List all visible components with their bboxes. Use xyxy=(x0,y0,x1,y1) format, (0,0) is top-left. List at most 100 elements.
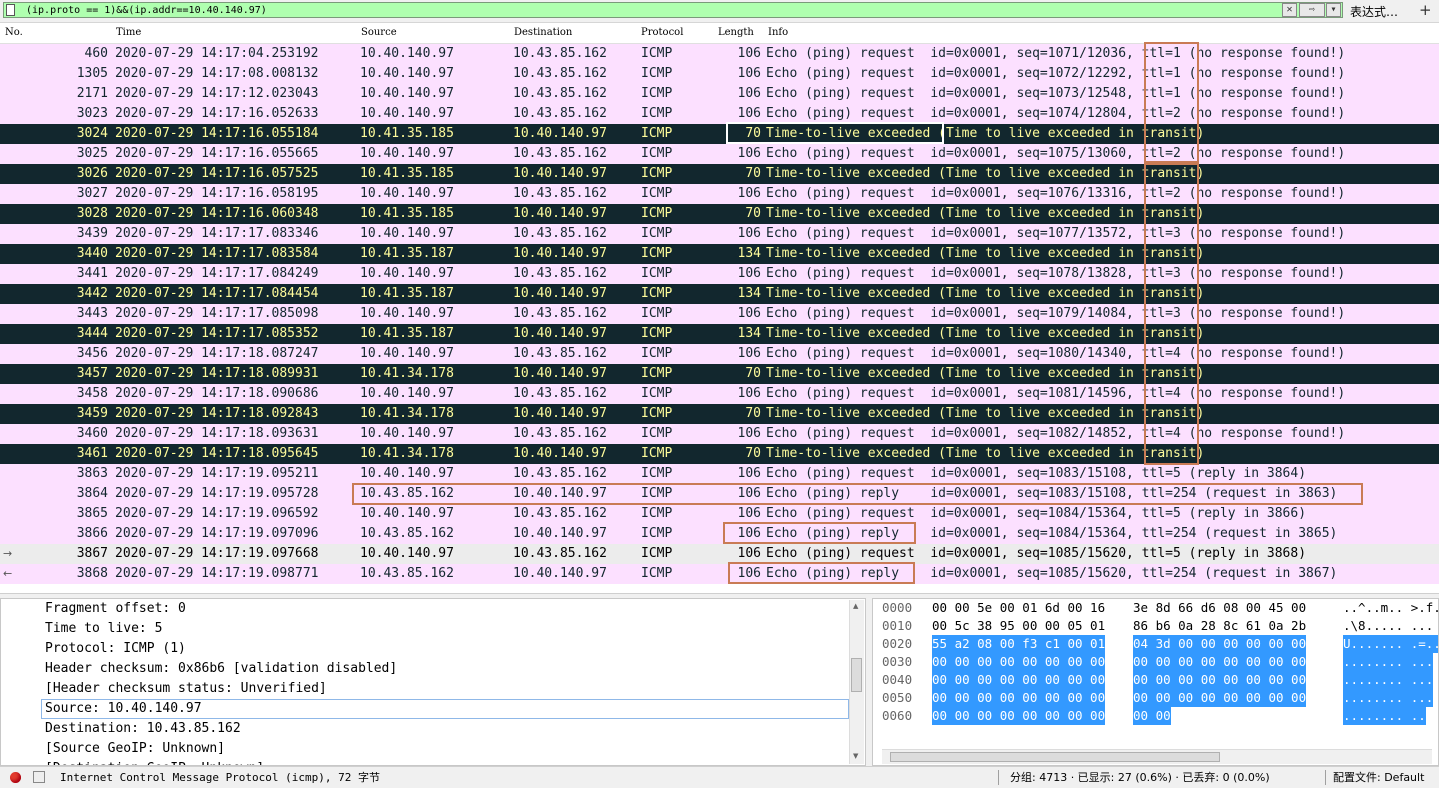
filter-bookmark-icon[interactable] xyxy=(6,4,15,16)
detail-line[interactable]: [Header checksum status: Unverified] xyxy=(45,679,327,699)
expert-info-icon[interactable] xyxy=(10,772,21,783)
packet-info: Time-to-live exceeded (Time to live exce… xyxy=(766,126,1205,141)
hex-bytes[interactable]: 00 00 00 00 00 00 00 00 xyxy=(932,689,1106,707)
packet-row[interactable]: 3440 2020-07-29 14:17:17.083584 10.41.35.1… xyxy=(0,244,1439,264)
status-packet-counts: 分组: 4713 · 已显示: 27 (0.6%) · 已丢弃: 0 (0.0%… xyxy=(1010,771,1270,784)
packet-row[interactable]: 3459 2020-07-29 14:17:18.092843 10.41.34.1… xyxy=(0,404,1439,424)
column-header-no[interactable]: No. xyxy=(5,23,23,43)
add-filter-button-icon[interactable]: + xyxy=(1419,1,1432,19)
packet-row[interactable]: 3444 2020-07-29 14:17:17.085352 10.41.35.1… xyxy=(0,324,1439,344)
packet-row[interactable]: 3460 2020-07-29 14:17:18.093631 10.40.140.… xyxy=(0,424,1439,444)
detail-line[interactable]: Destination: 10.43.85.162 xyxy=(45,719,241,739)
packet-row[interactable]: 3442 2020-07-29 14:17:17.084454 10.41.35.1… xyxy=(0,284,1439,304)
packet-time: 2020-07-29 14:17:19.097096 xyxy=(115,526,319,541)
packet-info: Echo (ping) reply id=0x0001, seq=1084/15… xyxy=(766,526,1338,541)
column-header-info[interactable]: Info xyxy=(768,23,788,43)
detail-line[interactable]: [Destination GeoIP: Unknown] xyxy=(45,759,264,765)
detail-line[interactable]: Fragment offset: 0 xyxy=(45,599,186,619)
hex-offset[interactable]: 0060 xyxy=(882,707,912,725)
packet-row[interactable]: 3458 2020-07-29 14:17:18.090686 10.40.140.… xyxy=(0,384,1439,404)
detail-line[interactable]: Header checksum: 0x86b6 [validation disa… xyxy=(45,659,397,679)
apply-filter-button[interactable]: ⇨ xyxy=(1299,3,1325,17)
detail-line[interactable]: Protocol: ICMP (1) xyxy=(45,639,186,659)
hex-bytes[interactable]: 00 00 xyxy=(1133,707,1171,725)
bytes-scrollbar-thumb[interactable] xyxy=(890,752,1220,762)
column-header-time[interactable]: Time xyxy=(116,23,141,43)
packet-row[interactable]: 3441 2020-07-29 14:17:17.084249 10.40.140.… xyxy=(0,264,1439,284)
packet-info: Time-to-live exceeded (Time to live exce… xyxy=(766,446,1205,461)
packet-row[interactable]: 3028 2020-07-29 14:17:16.060348 10.41.35.1… xyxy=(0,204,1439,224)
hex-bytes[interactable]: 04 3d 00 00 00 00 00 00 xyxy=(1133,635,1307,653)
packet-row[interactable]: 1305 2020-07-29 14:17:08.008132 10.40.140.… xyxy=(0,64,1439,84)
hex-bytes[interactable]: 00 00 00 00 00 00 00 00 xyxy=(932,653,1106,671)
packet-row[interactable]: 3865 2020-07-29 14:17:19.096592 10.40.140.… xyxy=(0,504,1439,524)
packet-row[interactable]: 3443 2020-07-29 14:17:17.085098 10.40.140.… xyxy=(0,304,1439,324)
packet-row[interactable]: 460 2020-07-29 14:17:04.253192 10.40.140.9… xyxy=(0,44,1439,64)
hex-offset[interactable]: 0030 xyxy=(882,653,912,671)
hex-bytes[interactable]: 00 5c 38 95 00 00 05 01 xyxy=(932,617,1105,635)
scroll-up-icon[interactable]: ▲ xyxy=(853,602,858,610)
packet-row[interactable]: 3456 2020-07-29 14:17:18.087247 10.40.140.… xyxy=(0,344,1439,364)
packet-row[interactable]: 3866 2020-07-29 14:17:19.097096 10.43.85.1… xyxy=(0,524,1439,544)
hex-bytes[interactable]: 00 00 00 00 00 00 00 00 xyxy=(932,671,1106,689)
packet-row[interactable]: → 3867 2020-07-29 14:17:19.097668 10.40.140… xyxy=(0,544,1439,564)
capture-comment-icon[interactable] xyxy=(33,771,45,783)
hex-offset[interactable]: 0000 xyxy=(882,599,912,617)
packet-length: 70 xyxy=(745,166,761,181)
packet-row[interactable]: 3027 2020-07-29 14:17:16.058195 10.40.140.… xyxy=(0,184,1439,204)
packet-row[interactable]: 2171 2020-07-29 14:17:12.023043 10.40.140.… xyxy=(0,84,1439,104)
packet-row[interactable]: 3024 2020-07-29 14:17:16.055184 10.41.35.1… xyxy=(0,124,1439,144)
detail-line[interactable]: [Source GeoIP: Unknown] xyxy=(45,739,225,759)
hex-bytes[interactable]: 86 b6 0a 28 8c 61 0a 2b xyxy=(1133,617,1306,635)
ascii-bytes[interactable]: ........ ... xyxy=(1343,689,1434,707)
packet-row[interactable]: 3026 2020-07-29 14:17:16.057525 10.41.35.1… xyxy=(0,164,1439,184)
packet-protocol: ICMP xyxy=(641,246,673,261)
expression-button[interactable]: 表达式… xyxy=(1350,3,1398,20)
status-separator xyxy=(1325,770,1326,785)
hex-bytes[interactable]: 00 00 00 00 00 00 00 00 xyxy=(1133,671,1307,689)
hex-offset[interactable]: 0040 xyxy=(882,671,912,689)
hex-bytes[interactable]: 00 00 00 00 00 00 00 00 xyxy=(932,707,1106,725)
packet-row[interactable]: 3023 2020-07-29 14:17:16.052633 10.40.140.… xyxy=(0,104,1439,124)
packet-row[interactable]: 3461 2020-07-29 14:17:18.095645 10.41.34.1… xyxy=(0,444,1439,464)
details-scrollbar-thumb[interactable] xyxy=(851,658,862,692)
packet-length: 70 xyxy=(745,446,761,461)
ascii-bytes[interactable]: ........ .. xyxy=(1343,707,1426,725)
hex-bytes[interactable]: 3e 8d 66 d6 08 00 45 00 xyxy=(1133,599,1306,617)
column-header-destination[interactable]: Destination xyxy=(514,23,572,43)
packet-destination: 10.40.140.97 xyxy=(513,406,607,421)
display-filter-input[interactable]: (ip.proto == 1)&&(ip.addr==10.40.140.97) xyxy=(3,2,1343,18)
packet-info: Echo (ping) reply id=0x0001, seq=1083/15… xyxy=(766,486,1338,501)
packet-row[interactable]: 3864 2020-07-29 14:17:19.095728 10.43.85.1… xyxy=(0,484,1439,504)
hex-offset[interactable]: 0020 xyxy=(882,635,912,653)
hex-bytes[interactable]: 00 00 5e 00 01 6d 00 16 xyxy=(932,599,1105,617)
detail-line[interactable]: Source: 10.40.140.97 xyxy=(45,699,202,719)
packet-row[interactable]: ← 3868 2020-07-29 14:17:19.098771 10.43.85.… xyxy=(0,564,1439,584)
packet-row[interactable]: 3439 2020-07-29 14:17:17.083346 10.40.140.… xyxy=(0,224,1439,244)
bytes-scrollbar[interactable] xyxy=(882,749,1432,764)
filter-history-dropdown[interactable]: ▾ xyxy=(1326,3,1341,17)
ascii-bytes[interactable]: ........ ... xyxy=(1343,653,1434,671)
packet-source: 10.41.34.178 xyxy=(360,446,454,461)
ascii-bytes[interactable]: .\8..... ... xyxy=(1343,617,1433,635)
ascii-bytes[interactable]: U....... .=... xyxy=(1343,635,1438,653)
packet-row[interactable]: 3457 2020-07-29 14:17:18.089931 10.41.34.1… xyxy=(0,364,1439,384)
packet-row[interactable]: 3025 2020-07-29 14:17:16.055665 10.40.140.… xyxy=(0,144,1439,164)
packet-row[interactable]: 3863 2020-07-29 14:17:19.095211 10.40.140.… xyxy=(0,464,1439,484)
details-scrollbar[interactable]: ▲ ▼ xyxy=(849,600,864,764)
column-header-protocol[interactable]: Protocol xyxy=(641,23,683,43)
hex-bytes[interactable]: 55 a2 08 00 f3 c1 00 01 xyxy=(932,635,1106,653)
status-profile[interactable]: 配置文件: Default xyxy=(1333,767,1424,788)
column-header-length[interactable]: Length xyxy=(718,23,754,43)
detail-line[interactable]: Time to live: 5 xyxy=(45,619,162,639)
hex-bytes[interactable]: 00 00 00 00 00 00 00 00 xyxy=(1133,689,1307,707)
ascii-bytes[interactable]: ........ ... xyxy=(1343,671,1434,689)
hex-offset[interactable]: 0050 xyxy=(882,689,912,707)
hex-bytes[interactable]: 00 00 00 00 00 00 00 00 xyxy=(1133,653,1307,671)
scroll-down-icon[interactable]: ▼ xyxy=(853,752,858,760)
clear-filter-button[interactable]: ✕ xyxy=(1282,3,1297,17)
packet-source: 10.43.85.162 xyxy=(360,566,454,581)
hex-offset[interactable]: 0010 xyxy=(882,617,912,635)
ascii-bytes[interactable]: ..^..m.. >.f... xyxy=(1343,599,1438,617)
column-header-source[interactable]: Source xyxy=(361,23,397,43)
